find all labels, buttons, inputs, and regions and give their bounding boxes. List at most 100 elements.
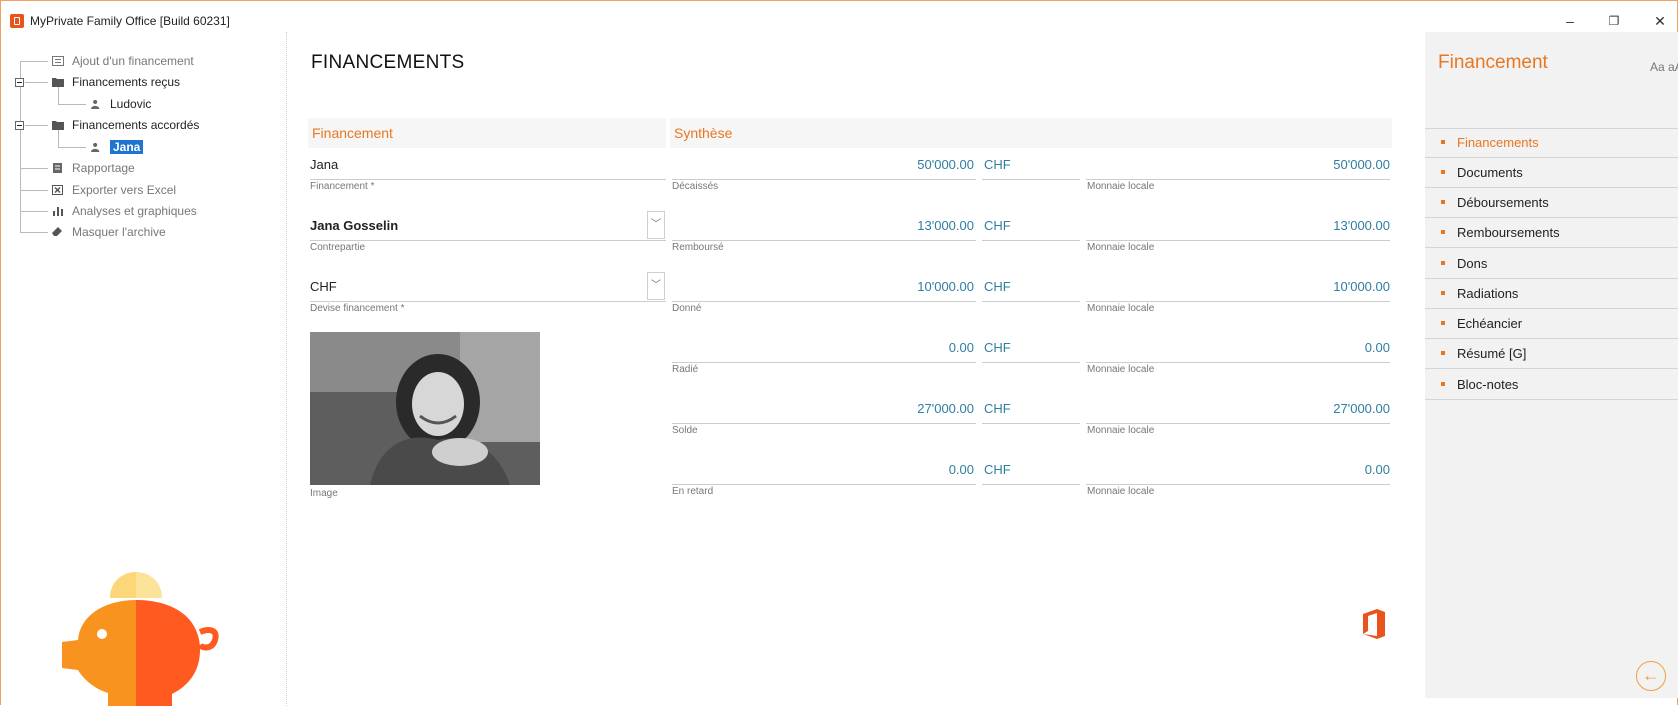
tree-item-ludovic[interactable]: Ludovic xyxy=(90,95,151,113)
panel-item-bloc-notes[interactable]: Bloc-notes xyxy=(1441,377,1518,392)
currency-field: CHF xyxy=(982,272,1080,302)
section-header-summary: Synthèse xyxy=(670,118,1392,148)
panel-item-deboursements[interactable]: Déboursements xyxy=(1441,195,1549,210)
local-currency-label: Monnaie locale xyxy=(1087,242,1155,253)
bullet-icon xyxy=(1441,382,1445,386)
financing-field-label: Financement * xyxy=(310,181,375,192)
panel-item-resume[interactable]: Résumé [G] xyxy=(1441,346,1526,361)
restore-button[interactable]: ❐ xyxy=(1604,12,1624,30)
divider xyxy=(1425,368,1678,369)
tree-connector xyxy=(58,147,86,148)
local-currency-label: Monnaie locale xyxy=(1087,425,1155,436)
tree-connector xyxy=(20,190,48,191)
divider xyxy=(1425,157,1678,158)
panel-item-documents[interactable]: Documents xyxy=(1441,165,1523,180)
panel-item-financements[interactable]: Financements xyxy=(1441,135,1539,150)
tree-connector xyxy=(58,104,86,105)
tree-item-jana[interactable]: Jana xyxy=(90,138,144,156)
currency-field: CHF xyxy=(982,394,1080,424)
chevron-down-icon[interactable]: ﹀ xyxy=(647,211,665,239)
office-logo-icon xyxy=(1363,609,1385,639)
tree-item-granted[interactable]: Financements accordés xyxy=(52,116,199,134)
page-title: FINANCEMENTS xyxy=(311,52,465,73)
tree-item-hide-archive[interactable]: Masquer l'archive xyxy=(52,223,166,241)
bar-chart-icon xyxy=(53,207,63,216)
local-amount-field: 50'000.00 xyxy=(1086,150,1390,180)
folder-icon xyxy=(52,78,64,87)
back-arrow-icon[interactable]: ← xyxy=(1636,661,1666,691)
amount-field: 0.00 xyxy=(672,455,976,485)
selected-node-label: Jana xyxy=(110,140,144,154)
local-currency-label: Monnaie locale xyxy=(1087,181,1155,192)
panel-item-echeancier[interactable]: Echéancier xyxy=(1441,316,1522,331)
tree-connector xyxy=(20,232,48,233)
tree-item-export-excel[interactable]: Exporter vers Excel xyxy=(52,181,176,199)
amount-field: 0.00 xyxy=(672,333,976,363)
bullet-icon xyxy=(1441,291,1445,295)
bullet-icon xyxy=(1441,140,1445,144)
panel-item-dons[interactable]: Dons xyxy=(1441,256,1487,271)
divider xyxy=(1425,187,1678,188)
app-icon xyxy=(10,14,24,28)
tree-connector xyxy=(25,125,48,126)
row-label: En retard xyxy=(672,486,714,497)
bullet-icon xyxy=(1441,261,1445,265)
amount-field: 50'000.00 xyxy=(672,150,976,180)
row-label: Décaissés xyxy=(672,181,719,192)
tree-item-add-financing[interactable]: Ajout d'un financement xyxy=(52,52,194,70)
font-size-toggle[interactable]: Aa aA xyxy=(1650,60,1678,74)
chevron-down-icon[interactable]: ﹀ xyxy=(647,272,665,300)
person-icon xyxy=(91,99,100,109)
collapse-granted-toggle[interactable] xyxy=(15,121,24,130)
bullet-icon xyxy=(1441,200,1445,204)
title-bar: MyPrivate Family Office [Build 60231] – … xyxy=(0,10,1678,32)
panel-item-remboursements[interactable]: Remboursements xyxy=(1441,225,1560,240)
tree-connector xyxy=(20,168,48,169)
currency-field: CHF xyxy=(982,150,1080,180)
minimize-button[interactable]: – xyxy=(1560,12,1580,30)
image-label: Image xyxy=(310,488,338,499)
close-button[interactable]: ✕ xyxy=(1650,12,1670,30)
financing-field[interactable]: Jana xyxy=(310,150,666,180)
local-amount-field: 13'000.00 xyxy=(1086,211,1390,241)
divider xyxy=(1425,308,1678,309)
report-icon xyxy=(53,163,62,173)
excel-icon xyxy=(52,185,63,195)
window-title: MyPrivate Family Office [Build 60231] xyxy=(30,14,230,28)
currency-select[interactable]: CHF xyxy=(310,272,666,302)
counterparty-label: Contrepartie xyxy=(310,242,366,253)
section-header-financing: Financement xyxy=(308,118,666,148)
right-panel xyxy=(1425,32,1678,698)
tree-item-analyses[interactable]: Analyses et graphiques xyxy=(52,202,197,220)
local-amount-field: 0.00 xyxy=(1086,455,1390,485)
profile-image[interactable] xyxy=(310,332,540,485)
tree-item-received[interactable]: Financements reçus xyxy=(52,73,180,91)
piggy-bank-logo xyxy=(62,572,219,706)
bullet-icon xyxy=(1441,351,1445,355)
collapse-received-toggle[interactable] xyxy=(15,78,24,87)
currency-field: CHF xyxy=(982,333,1080,363)
tree-connector xyxy=(25,82,48,83)
local-currency-label: Monnaie locale xyxy=(1087,364,1155,375)
divider xyxy=(1425,128,1678,129)
local-currency-label: Monnaie locale xyxy=(1087,303,1155,314)
divider xyxy=(1425,399,1678,400)
person-icon xyxy=(91,142,100,152)
tree-connector xyxy=(20,211,48,212)
bullet-icon xyxy=(1441,170,1445,174)
row-label: Radié xyxy=(672,364,699,375)
bullet-icon xyxy=(1441,321,1445,325)
tree-connector xyxy=(20,61,48,62)
panel-title: Financement xyxy=(1438,52,1548,73)
divider xyxy=(1425,338,1678,339)
counterparty-select[interactable]: Jana Gosselin xyxy=(310,211,666,241)
panel-item-radiations[interactable]: Radiations xyxy=(1441,286,1518,301)
divider xyxy=(1425,278,1678,279)
tree-connector xyxy=(20,62,21,232)
folder-icon xyxy=(52,121,64,130)
amount-field: 13'000.00 xyxy=(672,211,976,241)
amount-field: 10'000.00 xyxy=(672,272,976,302)
amount-field: 27'000.00 xyxy=(672,394,976,424)
row-label: Solde xyxy=(672,425,698,436)
tree-item-reporting[interactable]: Rapportage xyxy=(52,159,135,177)
